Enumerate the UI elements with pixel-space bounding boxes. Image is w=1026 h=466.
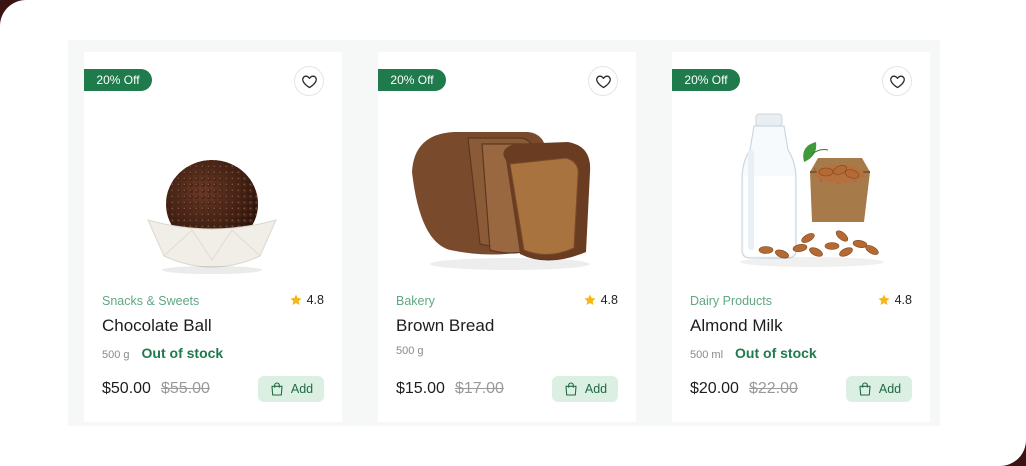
product-weight: 500 ml	[690, 349, 724, 361]
product-meta: 500 ml Out of stock	[690, 345, 817, 361]
product-meta: 500 g	[396, 345, 436, 357]
page-frame: 20% Off Snacks & Sweets 4.8 Chocolate Ba…	[0, 0, 1026, 466]
almond-milk-image	[740, 113, 884, 267]
product-card[interactable]: 20% Off Bakery 4.8 Brown Bread 500 g $15…	[378, 52, 636, 422]
product-grid: 20% Off Snacks & Sweets 4.8 Chocolate Ba…	[68, 40, 940, 426]
heart-icon	[889, 75, 905, 88]
product-category[interactable]: Bakery	[396, 294, 435, 308]
product-weight: 500 g	[102, 349, 130, 361]
wishlist-button[interactable]	[882, 66, 912, 96]
product-rating: 4.8	[583, 293, 618, 307]
add-to-cart-button[interactable]: Add	[846, 376, 912, 402]
price-block: $20.00 $22.00	[690, 380, 798, 398]
star-icon	[878, 294, 890, 305]
discount-badge: 20% Off	[84, 69, 152, 91]
add-to-cart-button[interactable]: Add	[258, 376, 324, 402]
add-label: Add	[584, 382, 608, 396]
add-label: Add	[290, 382, 314, 396]
product-category[interactable]: Snacks & Sweets	[102, 294, 199, 308]
add-label: Add	[878, 382, 902, 396]
discount-badge: 20% Off	[378, 69, 446, 91]
product-image[interactable]	[692, 110, 912, 278]
price-block: $15.00 $17.00	[396, 380, 504, 398]
product-name[interactable]: Almond Milk	[690, 316, 783, 336]
original-price: $17.00	[454, 380, 504, 397]
original-price: $22.00	[748, 380, 798, 397]
product-category[interactable]: Dairy Products	[690, 294, 772, 308]
shopping-bag-icon	[859, 382, 871, 396]
rating-value: 4.8	[894, 293, 912, 307]
product-name[interactable]: Brown Bread	[396, 316, 494, 336]
stock-status: Out of stock	[141, 345, 224, 361]
product-card[interactable]: 20% Off	[84, 52, 342, 422]
rating-value: 4.8	[306, 293, 324, 307]
product-rating: 4.8	[289, 293, 324, 307]
star-icon	[290, 294, 302, 305]
wishlist-button[interactable]	[294, 66, 324, 96]
current-price: $20.00	[690, 380, 739, 397]
product-name[interactable]: Chocolate Ball	[102, 316, 212, 336]
add-to-cart-button[interactable]: Add	[552, 376, 618, 402]
product-weight: 500 g	[396, 345, 424, 357]
current-price: $15.00	[396, 380, 445, 397]
star-icon	[584, 294, 596, 305]
chocolate-ball-image	[147, 160, 277, 274]
original-price: $55.00	[160, 380, 210, 397]
current-price: $50.00	[102, 380, 151, 397]
product-rating: 4.8	[877, 293, 912, 307]
product-image[interactable]	[398, 110, 618, 278]
shopping-bag-icon	[271, 382, 283, 396]
discount-badge: 20% Off	[672, 69, 740, 91]
product-card[interactable]: 20% Off	[672, 52, 930, 422]
rating-value: 4.8	[600, 293, 618, 307]
wishlist-button[interactable]	[588, 66, 618, 96]
heart-icon	[301, 75, 317, 88]
heart-icon	[595, 75, 611, 88]
brown-bread-image	[412, 132, 591, 270]
product-image[interactable]	[104, 110, 324, 278]
product-meta: 500 g Out of stock	[102, 345, 223, 361]
price-block: $50.00 $55.00	[102, 380, 210, 398]
shopping-bag-icon	[565, 382, 577, 396]
stock-status: Out of stock	[735, 345, 817, 361]
